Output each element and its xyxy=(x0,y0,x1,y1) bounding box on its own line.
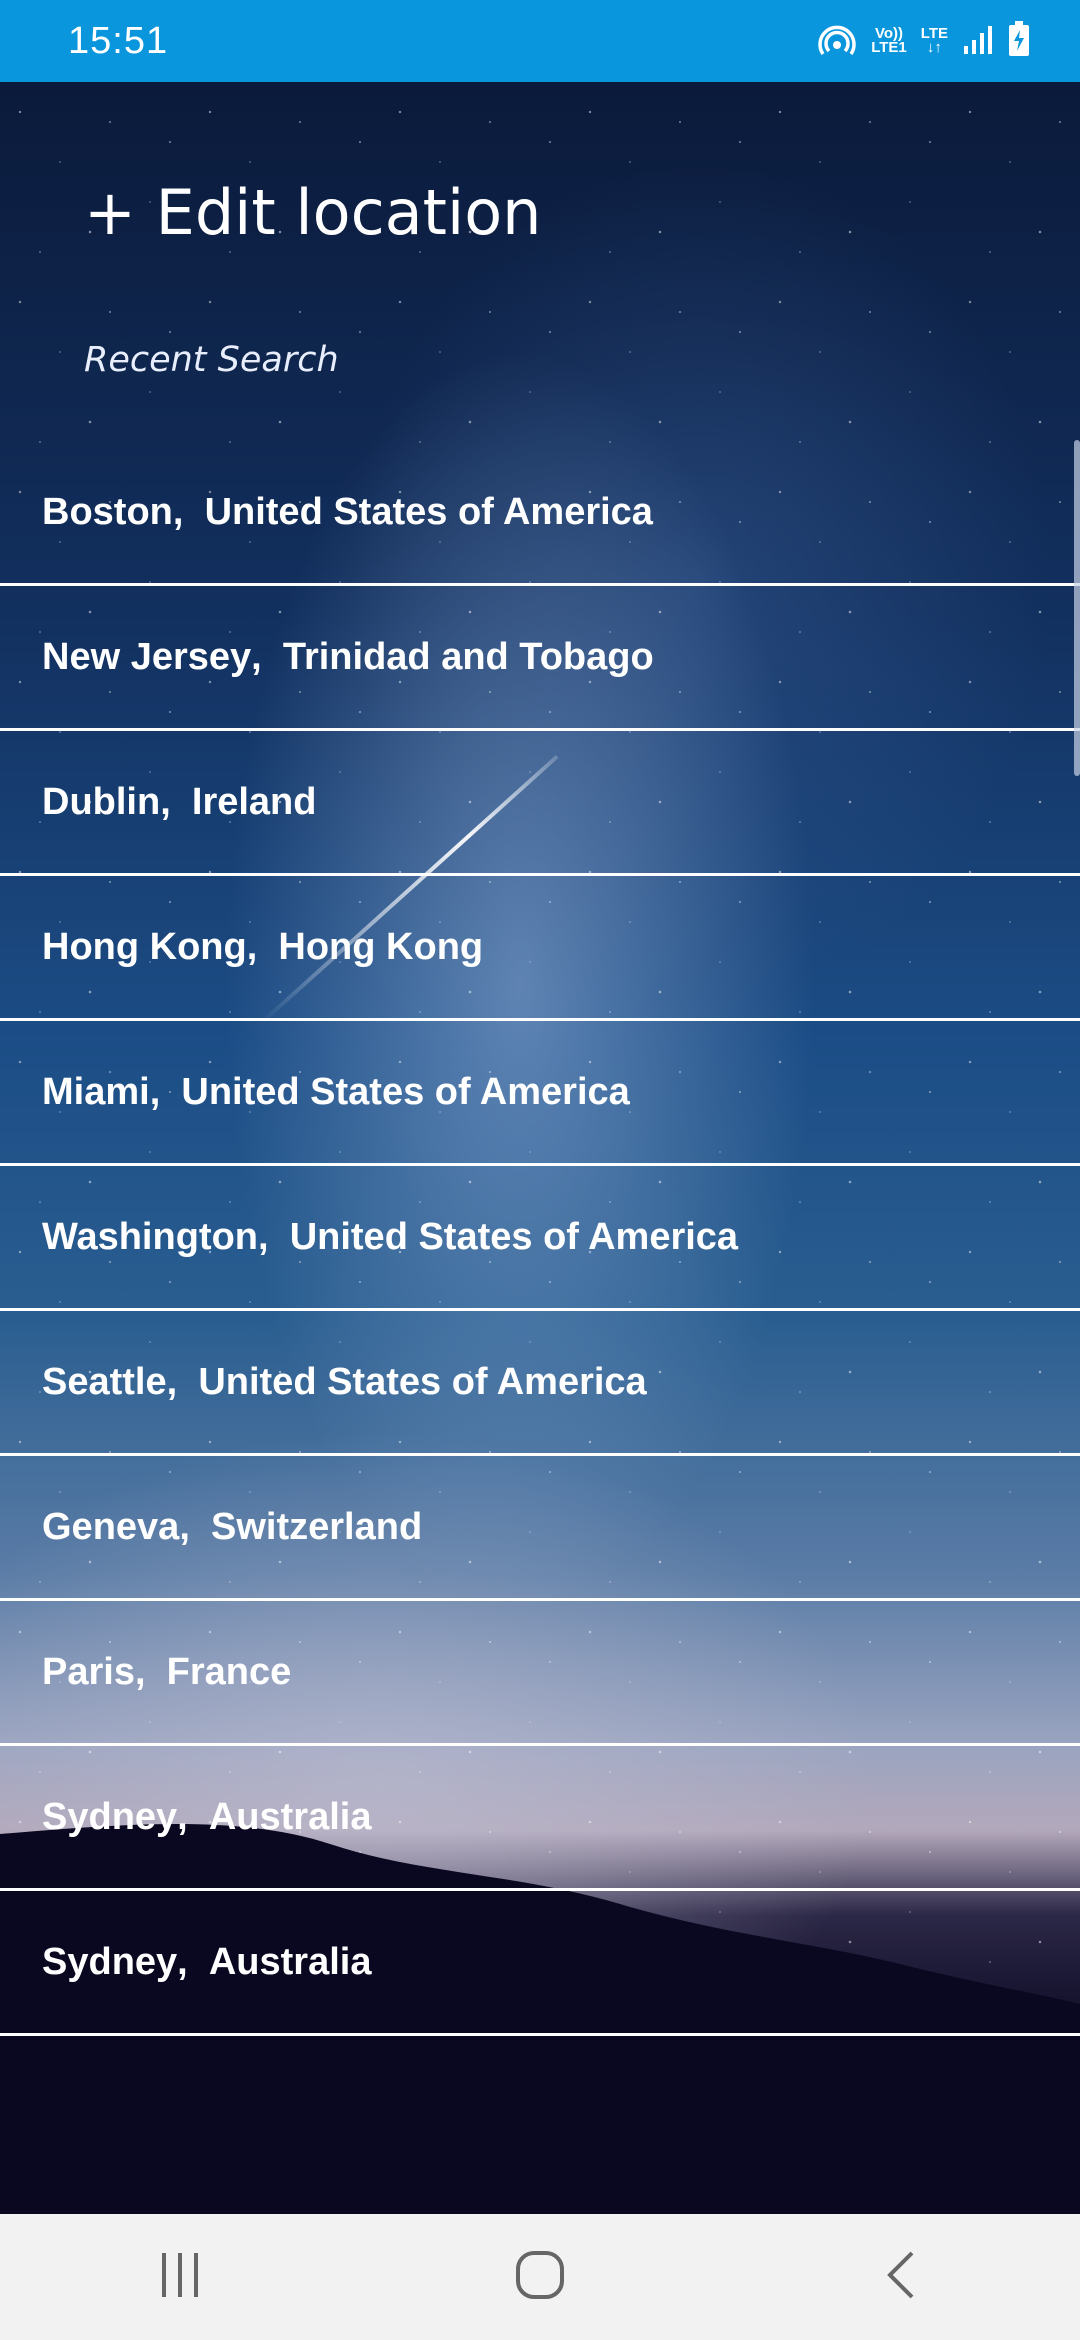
recent-apps-icon xyxy=(158,2251,202,2304)
status-icons: Vo)) LTE1 LTE ↓↑ xyxy=(817,20,1030,62)
city-label: Boston xyxy=(42,490,173,533)
hotspot-icon xyxy=(817,21,857,62)
list-item[interactable]: Miami, United States of America xyxy=(0,1021,1080,1166)
country-label: United States of America xyxy=(198,1360,647,1403)
list-item[interactable]: New Jersey, Trinidad and Tobago xyxy=(0,586,1080,731)
scrollbar[interactable] xyxy=(1074,440,1080,776)
location-list: Boston, United States of America New Jer… xyxy=(0,441,1080,2036)
list-item[interactable]: Dublin, Ireland xyxy=(0,731,1080,876)
city-label: Washington xyxy=(42,1215,258,1258)
country-label: Australia xyxy=(208,1795,372,1838)
battery-charging-icon xyxy=(1008,20,1030,62)
country-label: Ireland xyxy=(191,780,317,823)
list-item[interactable]: Paris, France xyxy=(0,1601,1080,1746)
city-label: Dublin xyxy=(42,780,161,823)
city-label: Paris xyxy=(42,1650,135,1693)
country-label: United States of America xyxy=(181,1070,630,1113)
country-label: Switzerland xyxy=(211,1505,423,1548)
city-label: Seattle xyxy=(42,1360,167,1403)
city-label: Geneva xyxy=(42,1505,180,1548)
country-label: United States of America xyxy=(204,490,653,533)
list-item[interactable]: Washington, United States of America xyxy=(0,1166,1080,1311)
list-item[interactable]: Sydney, Australia xyxy=(0,1891,1080,2036)
country-label: Trinidad and Tobago xyxy=(282,635,654,678)
navigation-bar xyxy=(0,2214,1080,2340)
status-time: 15:51 xyxy=(68,19,169,62)
recent-search-label: Recent Search xyxy=(84,340,339,380)
screen: 15:51 Vo)) LTE1 LTE ↓↑ + Edit location R… xyxy=(0,0,1080,2340)
volte-indicator: Vo)) LTE1 xyxy=(871,25,907,56)
city-label: Miami xyxy=(42,1070,150,1113)
lte-indicator: LTE ↓↑ xyxy=(920,25,948,56)
city-label: Hong Kong xyxy=(42,925,247,968)
back-icon xyxy=(882,2249,918,2306)
recent-apps-button[interactable] xyxy=(120,2227,240,2327)
list-item[interactable]: Seattle, United States of America xyxy=(0,1311,1080,1456)
home-icon xyxy=(514,2249,566,2306)
data-arrows-icon: ↓↑ xyxy=(926,39,942,56)
edit-location-button[interactable]: + Edit location xyxy=(84,176,541,249)
status-bar: 15:51 Vo)) LTE1 LTE ↓↑ xyxy=(0,0,1080,82)
country-label: Hong Kong xyxy=(278,925,484,968)
country-label: France xyxy=(166,1650,292,1693)
city-label: New Jersey xyxy=(42,635,252,678)
country-label: Australia xyxy=(208,1940,372,1983)
city-label: Sydney xyxy=(42,1795,178,1838)
list-item[interactable]: Boston, United States of America xyxy=(0,441,1080,586)
home-button[interactable] xyxy=(480,2227,600,2327)
list-item[interactable]: Sydney, Australia xyxy=(0,1746,1080,1891)
list-item[interactable]: Geneva, Switzerland xyxy=(0,1456,1080,1601)
list-item[interactable]: Hong Kong, Hong Kong xyxy=(0,876,1080,1021)
back-button[interactable] xyxy=(840,2227,960,2327)
city-label: Sydney xyxy=(42,1940,178,1983)
country-label: United States of America xyxy=(289,1215,739,1258)
signal-icon xyxy=(962,24,994,59)
